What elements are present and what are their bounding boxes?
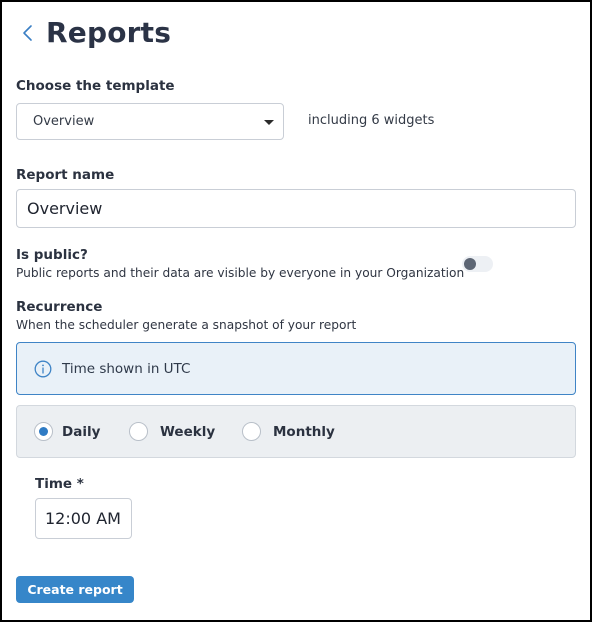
info-circle-icon (34, 360, 52, 377)
is-public-toggle[interactable] (462, 256, 493, 272)
radio-weekly[interactable]: Weekly (129, 422, 215, 441)
template-select[interactable]: Overview (16, 103, 284, 140)
chevron-left-icon (23, 24, 32, 41)
utc-info-text: Time shown in UTC (62, 360, 191, 377)
recurrence-description: When the scheduler generate a snapshot o… (16, 318, 357, 332)
reports-page: Reports Choose the template Overview inc… (0, 0, 592, 622)
time-label: Time * (35, 476, 84, 492)
time-input[interactable]: 12:00 AM (35, 498, 132, 539)
recurrence-options: Daily Weekly Monthly (16, 405, 576, 458)
radio-daily-label: Daily (62, 423, 101, 440)
radio-weekly-label: Weekly (160, 423, 216, 440)
caret-down-icon (264, 120, 274, 125)
toggle-knob (464, 258, 476, 270)
radio-monthly[interactable]: Monthly (242, 422, 335, 441)
page-title: Reports (46, 16, 172, 49)
report-name-input[interactable] (16, 189, 576, 228)
radio-daily[interactable]: Daily (34, 422, 100, 441)
report-name-label: Report name (16, 167, 115, 183)
back-button[interactable] (18, 18, 38, 48)
create-report-button[interactable]: Create report (16, 576, 134, 603)
page-header: Reports (18, 16, 171, 49)
recurrence-label: Recurrence (16, 299, 103, 315)
template-label: Choose the template (16, 78, 175, 94)
radio-daily-circle (34, 422, 53, 441)
widgets-count-text: including 6 widgets (308, 113, 435, 128)
time-value: 12:00 AM (45, 509, 121, 528)
radio-monthly-circle (242, 422, 261, 441)
utc-info-banner: Time shown in UTC (16, 342, 576, 395)
is-public-description: Public reports and their data are visibl… (16, 266, 465, 280)
radio-weekly-circle (129, 422, 148, 441)
radio-monthly-label: Monthly (273, 423, 335, 440)
is-public-label: Is public? (16, 247, 88, 263)
template-select-value: Overview (33, 114, 95, 129)
radio-selected-dot (39, 427, 48, 436)
